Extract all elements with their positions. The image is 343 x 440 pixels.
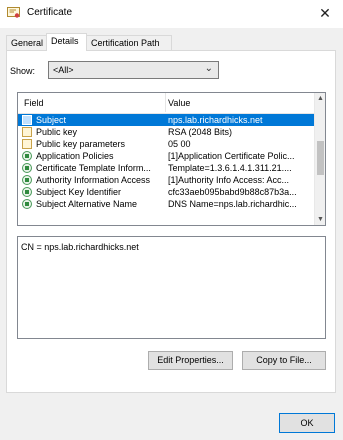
column-header-value[interactable]: Value bbox=[168, 98, 190, 108]
field-value: 05 00 bbox=[168, 139, 191, 149]
field-name: Authority Information Access bbox=[36, 175, 151, 185]
tab-details[interactable]: Details bbox=[46, 33, 87, 51]
certificate-icon bbox=[7, 7, 20, 18]
list-rows: Subject nps.lab.richardhicks.net Public … bbox=[18, 114, 314, 210]
window-title: Certificate bbox=[27, 7, 73, 18]
show-dropdown-value: <All> bbox=[53, 65, 74, 75]
list-header: Field Value bbox=[18, 93, 314, 114]
doc-icon bbox=[22, 127, 32, 137]
close-button[interactable]: ✕ bbox=[307, 0, 343, 28]
field-name: Application Policies bbox=[36, 151, 114, 161]
doc-icon bbox=[22, 139, 32, 149]
ok-button[interactable]: OK bbox=[279, 413, 335, 433]
field-name: Public key bbox=[36, 127, 78, 137]
list-item[interactable]: Authority Information Access [1]Authorit… bbox=[18, 174, 314, 186]
list-item[interactable]: Application Policies [1]Application Cert… bbox=[18, 150, 314, 162]
scrollbar-thumb[interactable] bbox=[317, 141, 324, 175]
field-name: Certificate Template Inform... bbox=[36, 163, 151, 173]
vertical-scrollbar[interactable]: ▲ ▼ bbox=[314, 93, 325, 225]
field-value: [1]Authority Info Access: Acc... bbox=[168, 175, 290, 185]
tab-general[interactable]: General bbox=[6, 35, 47, 50]
list-item[interactable]: Certificate Template Inform... Template=… bbox=[18, 162, 314, 174]
field-value: [1]Application Certificate Polic... bbox=[168, 151, 295, 161]
field-list: Field Value Subject nps.lab.richardhicks… bbox=[17, 92, 326, 226]
tab-certification-path[interactable]: Certification Path bbox=[86, 35, 172, 50]
scroll-up-icon[interactable]: ▲ bbox=[315, 95, 325, 102]
extension-icon bbox=[22, 175, 32, 185]
chevron-down-icon: ⌄ bbox=[204, 63, 213, 74]
field-value: DNS Name=nps.lab.richardhic... bbox=[168, 199, 297, 209]
field-value: RSA (2048 Bits) bbox=[168, 127, 233, 137]
field-name: Subject bbox=[36, 115, 67, 125]
column-divider[interactable] bbox=[165, 93, 166, 112]
field-value: cfc33aeb095babd9b88c87b3a... bbox=[168, 187, 297, 197]
edit-properties-button[interactable]: Edit Properties... bbox=[148, 351, 233, 370]
doc-icon bbox=[22, 115, 32, 125]
field-name: Subject Alternative Name bbox=[36, 199, 138, 209]
field-value: nps.lab.richardhicks.net bbox=[168, 115, 263, 125]
scroll-down-icon[interactable]: ▼ bbox=[315, 216, 325, 223]
column-header-field[interactable]: Field bbox=[24, 98, 44, 108]
close-icon: ✕ bbox=[319, 5, 331, 21]
extension-icon bbox=[22, 151, 32, 161]
list-item[interactable]: Subject Alternative Name DNS Name=nps.la… bbox=[18, 198, 314, 210]
extension-icon bbox=[22, 187, 32, 197]
list-item[interactable]: Subject Key Identifier cfc33aeb095babd9b… bbox=[18, 186, 314, 198]
field-name: Subject Key Identifier bbox=[36, 187, 122, 197]
field-name: Public key parameters bbox=[36, 139, 126, 149]
list-item[interactable]: Public key RSA (2048 Bits) bbox=[18, 126, 314, 138]
value-detail-box[interactable]: CN = nps.lab.richardhicks.net bbox=[17, 236, 326, 339]
list-item[interactable]: Subject nps.lab.richardhicks.net bbox=[18, 114, 314, 126]
extension-icon bbox=[22, 163, 32, 173]
title-bar: Certificate ✕ bbox=[0, 0, 343, 28]
field-value: Template=1.3.6.1.4.1.311.21.... bbox=[168, 163, 292, 173]
copy-to-file-button[interactable]: Copy to File... bbox=[242, 351, 326, 370]
list-item[interactable]: Public key parameters 05 00 bbox=[18, 138, 314, 150]
extension-icon bbox=[22, 199, 32, 209]
show-label: Show: bbox=[10, 66, 36, 76]
value-detail-text: CN = nps.lab.richardhicks.net bbox=[21, 242, 139, 252]
show-dropdown[interactable]: <All> ⌄ bbox=[48, 61, 219, 79]
